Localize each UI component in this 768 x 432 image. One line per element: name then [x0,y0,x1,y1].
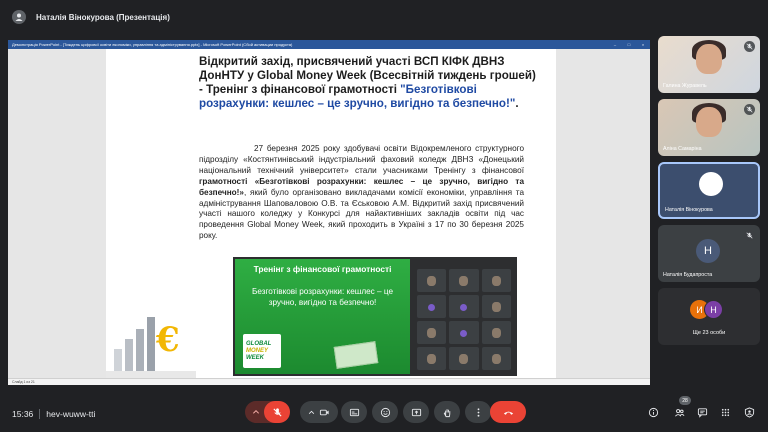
video-tile [481,269,511,292]
video-tile [481,321,511,344]
presenter-title: Наталія Вінокурова (Презентація) [36,12,170,22]
slide-body-part-1: 27 березня 2025 року здобувачі освіти Ві… [199,144,524,175]
finance-decoration-icon: € [106,317,196,378]
people-icon [674,408,684,416]
participant-tile[interactable]: Аліна Самаріна [658,99,760,156]
hand-icon [443,408,450,417]
participant-grid [413,259,515,374]
video-tile [481,347,511,370]
more-participants-label: Ще 23 особи [692,330,726,336]
chevron-up-icon [308,410,315,414]
ppt-body: Відкритий захід, присвячений участі ВСП … [8,49,650,378]
video-tile [481,295,511,318]
host-controls-button[interactable] [742,405,756,419]
camera-button[interactable] [300,401,338,423]
slide-title-end: . [515,97,519,110]
embedded-screenshot: Тренінг з фінансової грамотності Безготі… [233,257,517,376]
info-icon [648,407,658,417]
activities-button[interactable] [718,405,732,419]
participant-avatar: Н [696,239,720,263]
captions-icon [349,408,359,416]
logo-line-2: MONEY [246,347,269,354]
chat-button[interactable] [695,405,709,419]
banknote-icon [333,341,379,369]
participant-name: Аліна Самаріна [663,146,702,152]
people-count-badge: 28 [679,396,691,405]
video-tile [449,321,479,344]
meet-window: Наталія Вінокурова (Презентація) Демонст… [0,0,768,432]
participant-avatar: Н [704,300,723,319]
participant-tile[interactable]: Н Наталія Будапроста [658,225,760,282]
slide: Відкритий захід, присвячений участі ВСП … [106,49,556,378]
participant-name: Наталія Будапроста [663,272,713,278]
present-button[interactable] [403,401,429,423]
person-icon [15,13,23,21]
participant-video [696,107,722,137]
participant-name: Наталія Вінокурова [665,207,713,213]
top-bar: Наталія Вінокурова (Презентація) [0,0,768,34]
divider [39,408,41,419]
training-banner: Тренінг з фінансової грамотності Безготі… [235,259,410,374]
ppt-window-title: Демонстрація PowerPoint - [Тиждень цифро… [12,42,293,47]
camera-off-icon [319,409,329,415]
close-icon: × [641,42,645,47]
ppt-titlebar: Демонстрація PowerPoint - [Тиждень цифро… [8,40,650,49]
people-button[interactable] [672,405,686,419]
logo-line-3: WEEK [246,354,264,361]
captions-button[interactable] [341,401,367,423]
mic-off-icon [272,407,282,417]
window-controls: – □ × [608,40,650,49]
present-icon [411,408,421,416]
leave-call-button[interactable] [490,401,526,423]
participant-tile-presenter[interactable]: Наталія Вінокурова [658,162,760,219]
video-tile [449,269,479,292]
more-vert-icon [477,407,479,417]
meeting-code: hev-wuww-tti [46,408,96,419]
emoji-button[interactable] [372,401,398,423]
call-end-icon [503,411,513,415]
emoji-icon [380,407,390,417]
presenter-avatar [12,10,26,24]
mic-off-button[interactable] [264,401,290,423]
ppt-statusbar: Слайд 1 из 21 [8,378,650,385]
shield-person-icon [744,406,754,418]
global-money-week-logo: GLOBAL MONEY WEEK [243,334,281,368]
slide-title-main: Відкритий захід, присвячений участі ВСП … [199,55,536,96]
mic-off-icon [744,104,755,115]
mic-off-icon [744,41,755,52]
svg-text:€: € [155,320,180,360]
minimize-icon: – [613,42,617,47]
raise-hand-button[interactable] [434,401,460,423]
video-tile [417,269,447,292]
meeting-info-button[interactable] [646,405,660,419]
video-tile [417,321,447,344]
chevron-up-icon [252,409,260,414]
logo-line-1: GLOBAL [246,340,272,347]
apps-icon [721,408,729,416]
video-tile [449,347,479,370]
mic-off-icon [744,230,755,241]
more-participants-tile[interactable]: И Н Ще 23 особи [658,288,760,345]
slide-body-text: 27 березня 2025 року здобувачі освіти Ві… [199,144,524,242]
video-tile [449,295,479,318]
video-tile [417,295,447,318]
participant-avatar [699,172,723,196]
shared-screen: Демонстрація PowerPoint - [Тиждень цифро… [8,40,650,385]
maximize-icon: □ [627,42,631,47]
participant-tile[interactable]: Галина Журавель [658,36,760,93]
participant-name: Галина Журавель [663,83,707,89]
participant-video [696,44,722,74]
meeting-time: 15:36 [12,408,34,419]
more-options-button[interactable] [465,401,491,423]
video-tile [417,347,447,370]
chat-icon [697,407,707,418]
slide-title: Відкритий захід, присвячений участі ВСП … [199,55,539,111]
slide-body-part-2: , який було організовано викладачами ком… [199,187,524,241]
banner-title: Тренінг з фінансової грамотності [253,264,392,274]
banner-subtitle: Безготівкові розрахунки: кешлес – це зру… [251,287,394,307]
